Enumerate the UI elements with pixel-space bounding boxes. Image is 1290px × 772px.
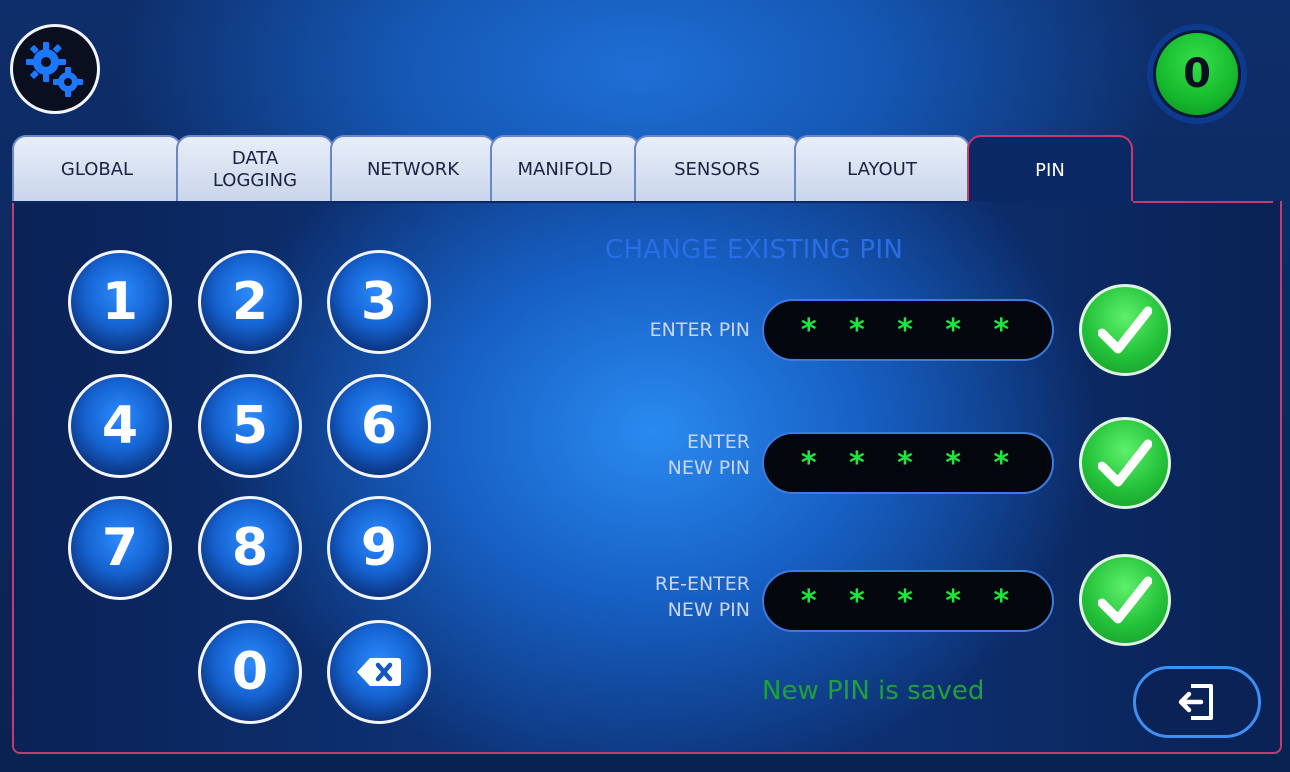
- pin-saved-message: New PIN is saved: [762, 676, 985, 706]
- tab-pin[interactable]: PIN: [967, 135, 1133, 205]
- enter-new-pin-label: ENTER NEW PIN: [667, 431, 750, 479]
- keypad-key-5[interactable]: 5: [198, 374, 302, 478]
- backspace-icon: [357, 658, 401, 686]
- key-label: 3: [360, 272, 398, 332]
- tab-label: GLOBAL: [60, 159, 134, 181]
- enter-pin-label: ENTER PIN: [649, 319, 750, 341]
- panel-divider-right: [1133, 201, 1273, 203]
- enter-new-pin-field[interactable]: * * * * *: [762, 432, 1054, 494]
- tab-bar: GLOBAL DATA LOGGING NETWORK MANIFOLD SEN…: [12, 135, 1272, 205]
- keypad-key-6[interactable]: 6: [327, 374, 431, 478]
- tab-global[interactable]: GLOBAL: [12, 135, 182, 203]
- tab-network[interactable]: NETWORK: [330, 135, 496, 203]
- exit-button[interactable]: [1133, 666, 1261, 738]
- key-label: 1: [101, 272, 139, 332]
- panel-divider: [12, 201, 968, 203]
- key-label: 6: [360, 396, 398, 456]
- key-label: 5: [231, 396, 269, 456]
- keypad-key-2[interactable]: 2: [198, 250, 302, 354]
- confirm-reenter-pin-button[interactable]: [1079, 554, 1171, 646]
- checkmark-icon: [1098, 306, 1152, 354]
- key-label: 2: [231, 272, 269, 332]
- tab-label: DATA LOGGING: [212, 148, 298, 191]
- key-label: 7: [101, 518, 139, 578]
- confirm-new-pin-button[interactable]: [1079, 417, 1171, 509]
- keypad-key-4[interactable]: 4: [68, 374, 172, 478]
- exit-icon: [1178, 684, 1213, 720]
- status-indicator[interactable]: 0: [1147, 24, 1247, 124]
- keypad-backspace-button[interactable]: [327, 620, 431, 724]
- key-label: 4: [101, 396, 139, 456]
- keypad-key-7[interactable]: 7: [68, 496, 172, 600]
- tab-sensors[interactable]: SENSORS: [634, 135, 800, 203]
- enter-pin-field[interactable]: * * * * *: [762, 299, 1054, 361]
- confirm-enter-pin-button[interactable]: [1079, 284, 1171, 376]
- settings-button[interactable]: [10, 24, 100, 114]
- tab-label: MANIFOLD: [517, 159, 613, 181]
- keypad-key-9[interactable]: 9: [327, 496, 431, 600]
- key-label: 9: [360, 518, 398, 578]
- reenter-new-pin-field[interactable]: * * * * *: [762, 570, 1054, 632]
- tab-label: NETWORK: [366, 159, 460, 181]
- checkmark-icon: [1098, 439, 1152, 487]
- keypad-key-3[interactable]: 3: [327, 250, 431, 354]
- tab-manifold[interactable]: MANIFOLD: [490, 135, 640, 203]
- keypad-key-8[interactable]: 8: [198, 496, 302, 600]
- keypad-key-1[interactable]: 1: [68, 250, 172, 354]
- status-count-badge: 0: [1153, 30, 1241, 118]
- tab-label: LAYOUT: [847, 159, 917, 181]
- tab-data-logging[interactable]: DATA LOGGING: [176, 135, 334, 203]
- tab-layout[interactable]: LAYOUT: [794, 135, 970, 203]
- section-title: CHANGE EXISTING PIN: [605, 235, 904, 265]
- key-label: 8: [231, 518, 269, 578]
- key-label: 0: [231, 642, 269, 702]
- checkmark-icon: [1098, 576, 1152, 624]
- reenter-new-pin-label: RE-ENTER NEW PIN: [654, 573, 750, 621]
- gears-icon: [26, 42, 83, 97]
- tab-label: PIN: [1035, 160, 1065, 182]
- keypad-key-0[interactable]: 0: [198, 620, 302, 724]
- tab-label: SENSORS: [674, 159, 760, 181]
